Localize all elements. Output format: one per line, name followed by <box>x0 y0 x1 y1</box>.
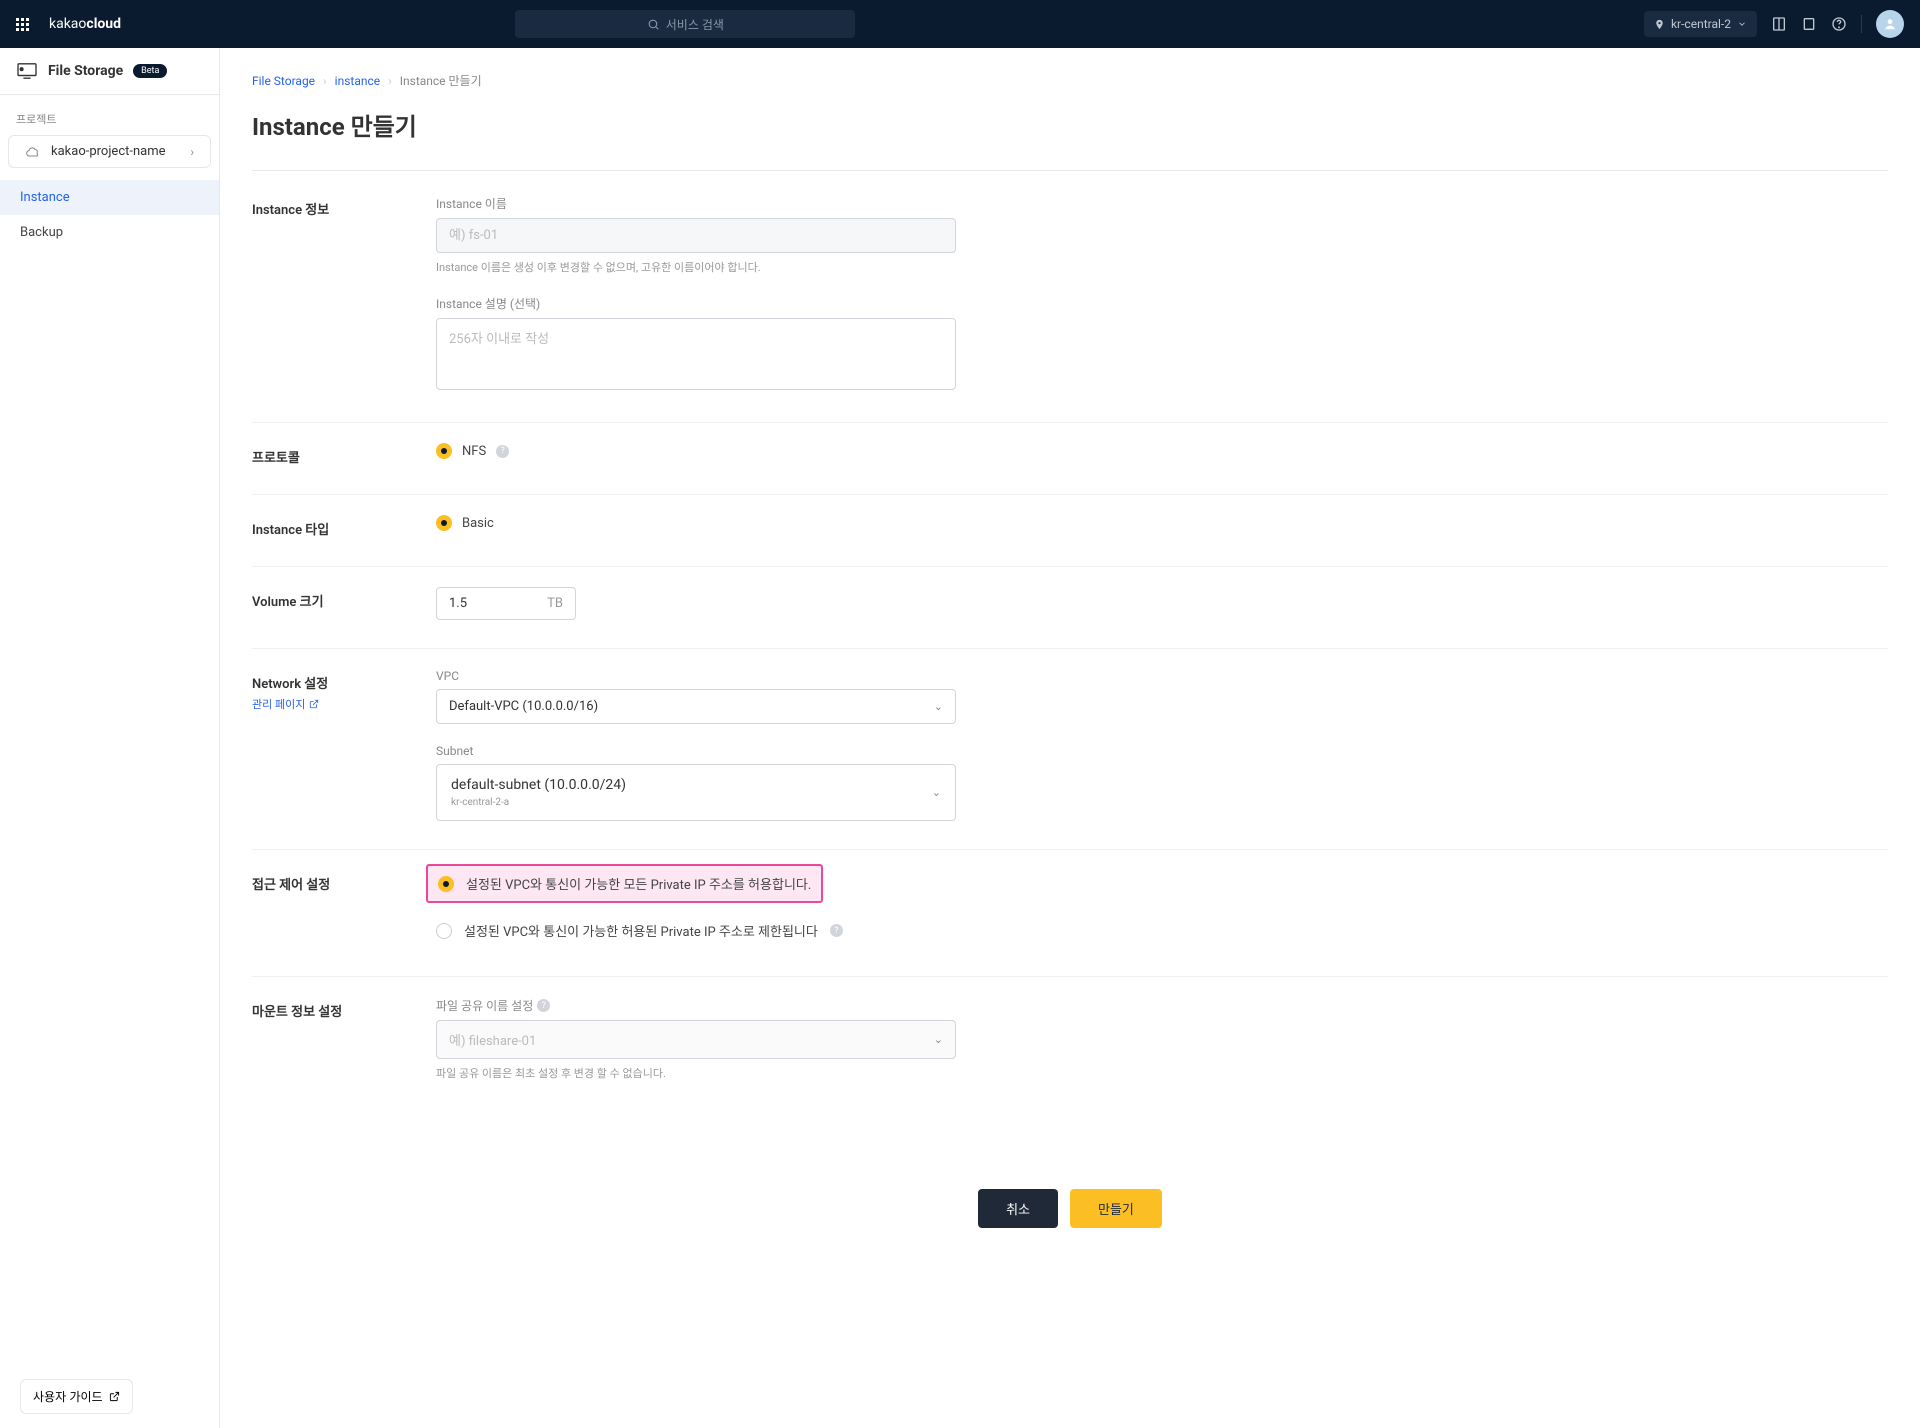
chevron-right-icon: › <box>190 145 194 159</box>
beta-badge: Beta <box>133 64 167 78</box>
info-icon[interactable]: ? <box>496 445 509 458</box>
info-icon[interactable]: ? <box>537 999 550 1012</box>
protocol-value: NFS <box>462 444 486 459</box>
volume-value: 1.5 <box>449 596 467 611</box>
user-avatar[interactable] <box>1876 10 1904 38</box>
section-label: Network 설정 <box>252 673 412 692</box>
field-label-fileshare: 파일 공유 이름 설정 <box>436 997 533 1014</box>
search-placeholder: 서비스 검색 <box>666 16 724 33</box>
help-icon[interactable] <box>1831 16 1847 32</box>
section-volume: Volume 크기 1.5 TB <box>252 587 1888 649</box>
radio-icon <box>436 923 452 939</box>
section-label: 마운트 정보 설정 <box>252 1001 412 1020</box>
breadcrumb-current: Instance 만들기 <box>400 72 482 89</box>
brand-prefix: kakao <box>49 16 86 32</box>
section-instance-type: Instance 타입 Basic <box>252 515 1888 567</box>
divider <box>1861 15 1862 33</box>
help-text: Instance 이름은 생성 이후 변경할 수 없으며, 고유한 이름이어야 … <box>436 259 956 275</box>
section-mount: 마운트 정보 설정 파일 공유 이름 설정 ? 예) fileshare-01 … <box>252 997 1888 1109</box>
chevron-down-icon <box>1737 19 1747 29</box>
volume-input[interactable]: 1.5 TB <box>436 587 576 620</box>
access-option1-label: 설정된 VPC와 통신이 가능한 모든 Private IP 주소를 허용합니다… <box>466 874 811 893</box>
region-value: kr-central-2 <box>1671 17 1731 31</box>
fileshare-select[interactable]: 예) fileshare-01 ⌄ <box>436 1020 956 1059</box>
radio-icon <box>438 876 454 892</box>
subnet-value: default-subnet (10.0.0.0/24) <box>451 777 626 793</box>
guide-label: 사용자 가이드 <box>33 1388 103 1405</box>
section-label: Instance 타입 <box>252 519 412 538</box>
project-name: kakao-project-name <box>51 144 166 159</box>
field-label-vpc: VPC <box>436 669 956 683</box>
section-label: 프로토콜 <box>252 447 412 466</box>
breadcrumb-separator: › <box>388 74 392 88</box>
vpc-value: Default-VPC (10.0.0.0/16) <box>449 699 598 714</box>
breadcrumb: File Storage › instance › Instance 만들기 <box>252 72 1888 89</box>
instance-desc-input[interactable] <box>436 318 956 390</box>
user-guide-button[interactable]: 사용자 가이드 <box>20 1379 133 1414</box>
breadcrumb-separator: › <box>323 74 327 88</box>
location-icon <box>1654 19 1665 30</box>
access-option2-label: 설정된 VPC와 통신이 가능한 허용된 Private IP 주소로 제한됩니… <box>464 921 818 940</box>
brand-suffix: cloud <box>86 16 121 32</box>
field-label-desc: Instance 설명 (선택) <box>436 295 956 312</box>
section-network: Network 설정 관리 페이지 VPC Default-VPC (10.0.… <box>252 669 1888 850</box>
vpc-select[interactable]: Default-VPC (10.0.0.0/16) ⌄ <box>436 689 956 724</box>
top-navigation: kakaocloud 서비스 검색 kr-central-2 <box>0 0 1920 48</box>
section-protocol: 프로토콜 NFS ? <box>252 443 1888 495</box>
subnet-zone: kr-central-2-a <box>451 797 626 808</box>
section-instance-info: Instance 정보 Instance 이름 Instance 이름은 생성 … <box>252 195 1888 423</box>
file-storage-icon <box>16 62 38 80</box>
network-manage-link[interactable]: 관리 페이지 <box>252 696 319 712</box>
chevron-down-icon: ⌄ <box>934 1033 943 1046</box>
breadcrumb-root[interactable]: File Storage <box>252 74 315 88</box>
volume-unit: TB <box>547 596 563 611</box>
access-option-allow-all[interactable]: 설정된 VPC와 통신이 가능한 모든 Private IP 주소를 허용합니다… <box>426 864 823 903</box>
section-access-control: 접근 제어 설정 설정된 VPC와 통신이 가능한 모든 Private IP … <box>252 870 1888 977</box>
page-title: Instance 만들기 <box>252 107 1888 142</box>
info-icon[interactable]: ? <box>830 924 843 937</box>
section-label: 접근 제어 설정 <box>252 874 412 893</box>
create-button[interactable]: 만들기 <box>1070 1189 1162 1228</box>
notification-icon[interactable] <box>1801 16 1817 32</box>
external-link-icon <box>309 699 319 709</box>
fileshare-placeholder: 예) fileshare-01 <box>449 1030 536 1049</box>
footer-actions: 취소 만들기 <box>252 1189 1888 1228</box>
region-selector[interactable]: kr-central-2 <box>1644 11 1757 37</box>
help-text: 파일 공유 이름은 최초 설정 후 변경 할 수 없습니다. <box>436 1065 956 1081</box>
type-radio-basic[interactable] <box>436 515 452 531</box>
instance-name-input[interactable] <box>436 218 956 253</box>
docs-icon[interactable] <box>1771 16 1787 32</box>
section-label: Instance 정보 <box>252 199 412 218</box>
type-value: Basic <box>462 516 494 531</box>
search-input[interactable]: 서비스 검색 <box>515 10 855 38</box>
chevron-down-icon: ⌄ <box>932 786 941 799</box>
nav-backup[interactable]: Backup <box>0 215 219 250</box>
cloud-icon <box>25 146 41 158</box>
field-label-name: Instance 이름 <box>436 195 956 212</box>
service-name: File Storage <box>48 63 123 79</box>
sidebar: File Storage Beta 프로젝트 kakao-project-nam… <box>0 48 220 1428</box>
access-option-restrict[interactable]: 설정된 VPC와 통신이 가능한 허용된 Private IP 주소로 제한됩니… <box>426 913 956 948</box>
section-label: Volume 크기 <box>252 591 412 610</box>
cancel-button[interactable]: 취소 <box>978 1189 1058 1228</box>
field-label-subnet: Subnet <box>436 744 956 758</box>
topnav-right: kr-central-2 <box>1644 10 1904 38</box>
breadcrumb-parent[interactable]: instance <box>335 74 380 88</box>
project-label: 프로젝트 <box>0 95 219 135</box>
service-header: File Storage Beta <box>0 48 219 95</box>
external-link-icon <box>109 1391 120 1402</box>
subnet-select[interactable]: default-subnet (10.0.0.0/24) kr-central-… <box>436 764 956 821</box>
protocol-radio-nfs[interactable] <box>436 443 452 459</box>
chevron-down-icon: ⌄ <box>934 700 943 713</box>
brand-logo: kakaocloud <box>49 16 121 32</box>
nav-instance[interactable]: Instance <box>0 180 219 215</box>
search-icon <box>647 18 660 31</box>
main-content: File Storage › instance › Instance 만들기 I… <box>220 48 1920 1428</box>
apps-menu-icon[interactable] <box>16 18 29 31</box>
project-selector[interactable]: kakao-project-name › <box>8 135 211 168</box>
